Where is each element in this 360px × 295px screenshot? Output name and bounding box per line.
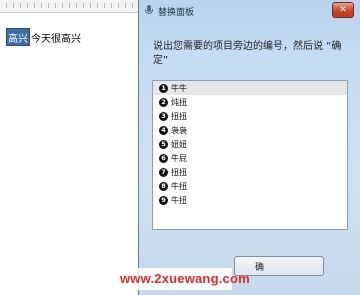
watermark: www.2xuewang.com <box>120 268 250 290</box>
number-badge: 9 <box>159 195 168 205</box>
list-item-label: 牛屁 <box>171 153 187 163</box>
list-item[interactable]: 9 牛扭 <box>153 193 347 207</box>
ruler <box>0 0 140 13</box>
list-item[interactable]: 7 扭扭 <box>153 165 347 179</box>
document-text-line[interactable]: 高兴 今天很高兴 <box>6 28 81 46</box>
instruction-text: 说出您需要的项目旁边的编号，然后说 “确定” <box>153 41 342 66</box>
list-item-label: 扭扭 <box>171 111 187 121</box>
dialog-titlebar[interactable]: 替换面板 ✕ <box>139 0 360 22</box>
dialog-title: 替换面板 <box>158 7 195 18</box>
list-item-label: 牛扭 <box>171 195 187 205</box>
ok-button-label: 确 <box>255 262 265 273</box>
list-item[interactable]: 4 袅袅 <box>153 123 347 137</box>
list-item-label: 炖扭 <box>171 97 187 107</box>
list-item[interactable]: 8 牛扭 <box>153 179 347 193</box>
close-button[interactable]: ✕ <box>332 2 354 18</box>
list-item[interactable]: 6 牛屁 <box>153 151 347 165</box>
list-item[interactable]: 3 扭扭 <box>153 109 347 123</box>
number-badge: 2 <box>159 97 168 107</box>
number-badge: 7 <box>159 167 168 177</box>
number-badge: 6 <box>159 153 168 163</box>
number-badge: 8 <box>159 181 168 191</box>
list-item-label: 扭扭 <box>171 167 187 177</box>
number-badge: 1 <box>159 83 168 93</box>
number-badge: 5 <box>159 139 168 149</box>
list-item-label: 妞妞 <box>171 139 187 149</box>
list-item-label: 牛扭 <box>171 181 187 191</box>
list-item[interactable]: 5 妞妞 <box>153 137 347 151</box>
list-item[interactable]: 1 牛牛 <box>153 81 347 95</box>
document-text[interactable]: 今天很高兴 <box>31 30 81 45</box>
selected-text[interactable]: 高兴 <box>6 28 30 46</box>
ruler-ticks <box>0 0 140 12</box>
correction-dialog: 替换面板 ✕ 说出您需要的项目旁边的编号，然后说 “确定” 1 牛牛 2 炖扭 3 扭扭 4… <box>138 0 360 295</box>
alternatives-list[interactable]: 1 牛牛 2 炖扭 3 扭扭 4 袅袅 5 妞妞 6 牛屁 7 扭扭 8 牛扭 9 牛扭 <box>152 80 348 230</box>
list-item-label: 牛牛 <box>171 83 187 93</box>
number-badge: 4 <box>159 125 168 135</box>
number-badge: 3 <box>159 111 168 121</box>
list-item[interactable]: 2 炖扭 <box>153 95 347 109</box>
list-item-label: 袅袅 <box>171 125 187 135</box>
microphone-icon <box>145 5 153 17</box>
